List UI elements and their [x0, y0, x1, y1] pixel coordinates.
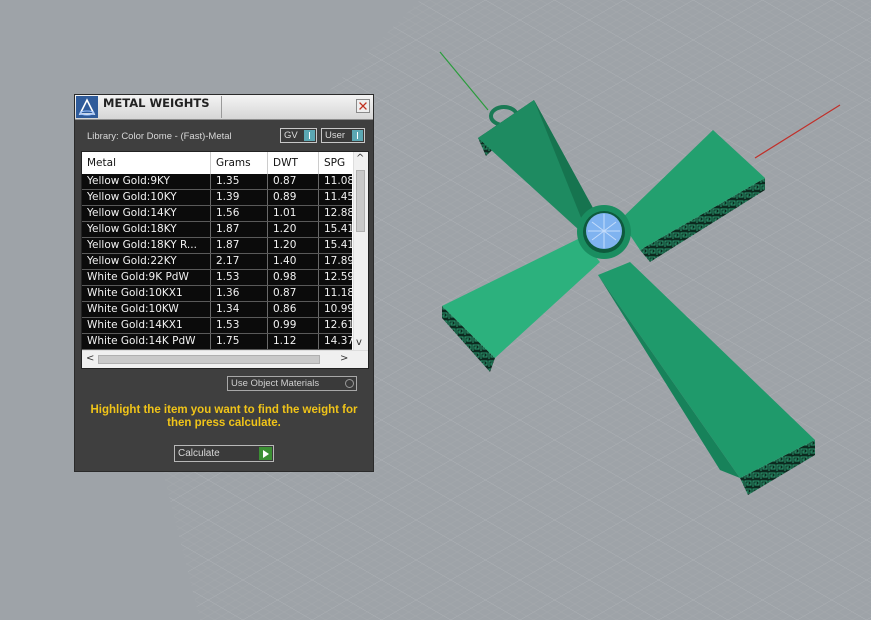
column-header-metal[interactable]: Metal: [82, 152, 211, 174]
grams-cell: 1.36: [211, 286, 268, 301]
library-label: Library: Color Dome - (Fast)-Metal: [87, 131, 232, 142]
app-logo-icon: [76, 96, 98, 118]
metal-weights-dialog: METAL WEIGHTS Library: Color Dome - (Fas…: [74, 94, 374, 472]
gv-toggle-switch-icon: [304, 130, 315, 141]
dialog-title-bar[interactable]: METAL WEIGHTS: [75, 95, 373, 120]
table-row[interactable]: Yellow Gold:18KY 1.87 1.20 15.41: [82, 222, 354, 238]
instruction-text: Highlight the item you want to find the …: [90, 404, 358, 429]
scroll-left-icon[interactable]: <: [86, 354, 94, 364]
dwt-cell: 0.86: [268, 302, 319, 317]
grams-cell: 1.34: [211, 302, 268, 317]
vertical-scroll-thumb[interactable]: [356, 170, 365, 232]
dwt-cell: 0.87: [268, 174, 319, 189]
scroll-right-icon[interactable]: >: [340, 354, 348, 364]
table-row[interactable]: White Gold:9K PdW 1.53 0.98 12.59: [82, 270, 354, 286]
table-row[interactable]: Yellow Gold:10KY 1.39 0.89 11.45: [82, 190, 354, 206]
table-row[interactable]: White Gold:14K PdW 1.75 1.12 14.37: [82, 334, 354, 350]
dwt-cell: 1.20: [268, 238, 319, 253]
grams-cell: 1.35: [211, 174, 268, 189]
radio-icon[interactable]: [345, 379, 354, 388]
user-toggle-label: User: [325, 130, 346, 141]
use-object-materials-option[interactable]: Use Object Materials: [227, 376, 357, 391]
scroll-up-icon[interactable]: ^: [356, 154, 364, 164]
table-row[interactable]: Yellow Gold:14KY 1.56 1.01 12.88: [82, 206, 354, 222]
dwt-cell: 1.20: [268, 222, 319, 237]
table-row[interactable]: White Gold:10KX1 1.36 0.87 11.18: [82, 286, 354, 302]
metal-cell: Yellow Gold:18KY: [82, 222, 211, 237]
grams-cell: 1.87: [211, 222, 268, 237]
grams-cell: 2.17: [211, 254, 268, 269]
dwt-cell: 0.98: [268, 270, 319, 285]
table-row[interactable]: Yellow Gold:22KY 2.17 1.40 17.89: [82, 254, 354, 270]
metal-cell: Yellow Gold:14KY: [82, 206, 211, 221]
metal-cell: Yellow Gold:18KY R...: [82, 238, 211, 253]
dialog-title: METAL WEIGHTS: [103, 96, 222, 118]
use-object-materials-label: Use Object Materials: [231, 378, 320, 389]
calculate-button[interactable]: Calculate: [174, 445, 274, 462]
horizontal-scrollbar[interactable]: < >: [82, 350, 368, 368]
metal-cell: White Gold:10KX1: [82, 286, 211, 301]
calculate-label: Calculate: [178, 448, 220, 459]
column-header-dwt[interactable]: DWT: [268, 152, 319, 174]
dwt-cell: 0.87: [268, 286, 319, 301]
gv-toggle[interactable]: GV: [280, 128, 317, 143]
metal-cell: Yellow Gold:10KY: [82, 190, 211, 205]
metal-cell: Yellow Gold:9KY: [82, 174, 211, 189]
grams-cell: 1.56: [211, 206, 268, 221]
table-row[interactable]: White Gold:10KW 1.34 0.86 10.99: [82, 302, 354, 318]
user-toggle-switch-icon: [352, 130, 363, 141]
metal-cell: White Gold:10KW: [82, 302, 211, 317]
dwt-cell: 1.40: [268, 254, 319, 269]
metal-cell: White Gold:14K PdW: [82, 334, 211, 349]
grams-cell: 1.53: [211, 318, 268, 333]
table-row[interactable]: White Gold:14KX1 1.53 0.99 12.61: [82, 318, 354, 334]
horizontal-scroll-thumb[interactable]: [98, 355, 320, 364]
metal-cell: Yellow Gold:22KY: [82, 254, 211, 269]
table-header: Metal Grams DWT SPG: [82, 152, 352, 175]
vertical-scrollbar[interactable]: ^ v: [353, 152, 368, 350]
grams-cell: 1.53: [211, 270, 268, 285]
play-arrow-icon[interactable]: [259, 447, 272, 460]
table-row[interactable]: Yellow Gold:9KY 1.35 0.87 11.08: [82, 174, 354, 190]
dwt-cell: 1.12: [268, 334, 319, 349]
grams-cell: 1.39: [211, 190, 268, 205]
grams-cell: 1.87: [211, 238, 268, 253]
dwt-cell: 0.89: [268, 190, 319, 205]
user-toggle[interactable]: User: [321, 128, 365, 143]
dwt-cell: 1.01: [268, 206, 319, 221]
metal-cell: White Gold:9K PdW: [82, 270, 211, 285]
dwt-cell: 0.99: [268, 318, 319, 333]
metal-cell: White Gold:14KX1: [82, 318, 211, 333]
table-row[interactable]: Yellow Gold:18KY R... 1.87 1.20 15.41: [82, 238, 354, 254]
gv-toggle-label: GV: [284, 130, 298, 141]
column-header-grams[interactable]: Grams: [211, 152, 268, 174]
scroll-down-icon[interactable]: v: [356, 338, 362, 348]
grams-cell: 1.75: [211, 334, 268, 349]
metal-weights-table[interactable]: Metal Grams DWT SPG Yellow Gold:9KY 1.35 0…: [81, 151, 369, 369]
close-icon[interactable]: [356, 99, 370, 113]
